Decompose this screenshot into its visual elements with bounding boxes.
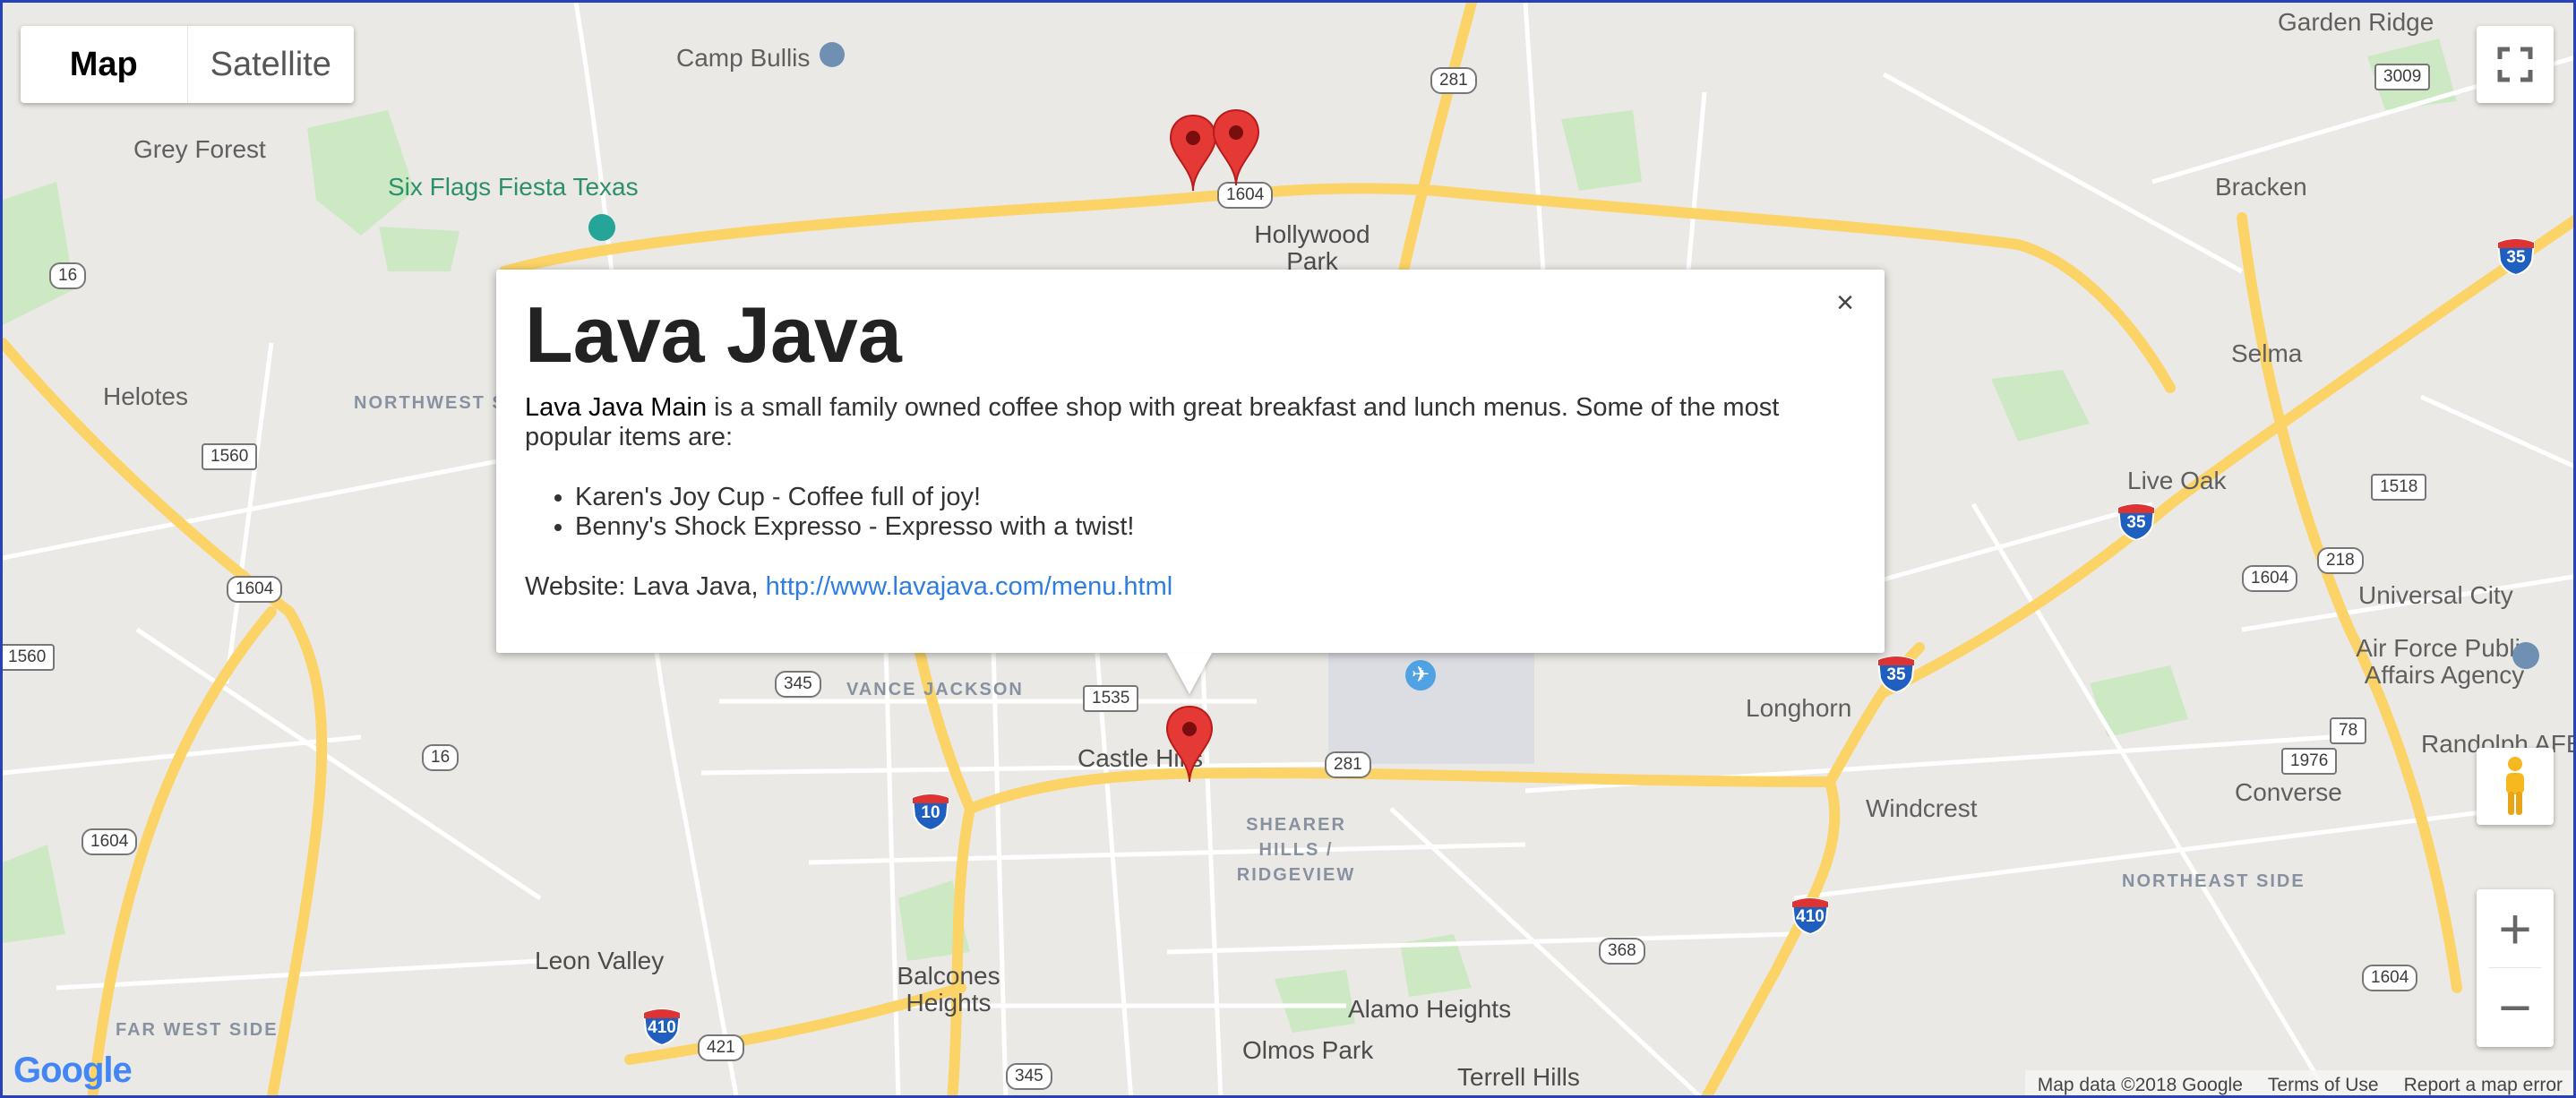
place-label: Olmos Park	[1242, 1036, 1374, 1064]
interstate-number: 10	[921, 803, 940, 822]
place-label: Bracken	[2215, 173, 2307, 201]
info-window: × Lava Java Lava Java Main is a small fa…	[496, 270, 1885, 653]
route-shield: 78	[2330, 717, 2367, 744]
district-label: SHEARER HILLS / RIDGEVIEW	[1236, 815, 1356, 885]
place-label: Grey Forest	[133, 135, 266, 163]
pegman-icon	[2506, 757, 2524, 815]
terms-link[interactable]: Terms of Use	[2268, 1075, 2379, 1095]
zoom-out-button[interactable]: −	[2477, 968, 2554, 1046]
district-label: NORTHWEST S	[354, 393, 506, 413]
route-shield: 1604	[2362, 965, 2418, 991]
interstate-number: 35	[2126, 513, 2146, 532]
place-label: Leon Valley	[535, 947, 665, 974]
place-label: Garden Ridge	[2278, 8, 2434, 36]
route-shield: 421	[698, 1034, 744, 1061]
route-shield: 1604	[227, 576, 283, 603]
place-label: Universal City	[2358, 581, 2513, 609]
map-type-map-button[interactable]: Map	[21, 26, 187, 103]
route-shield: 281	[1325, 751, 1371, 778]
route-shield: 281	[1430, 67, 1477, 94]
place-label: Alamo Heights	[1348, 995, 1512, 1023]
website-line: Website: Lava Java, http://www.lavajava.…	[525, 572, 1833, 602]
attraction-pin-icon[interactable]	[588, 214, 615, 241]
interstate-shield: 410	[1790, 896, 1830, 934]
interstate-shield: 10	[911, 793, 950, 830]
route-shield: 1976	[2281, 748, 2338, 775]
interstate-shield: 35	[2117, 502, 2156, 540]
business-name: Lava Java Main	[525, 393, 708, 422]
route-shield: 218	[2317, 547, 2364, 574]
close-icon[interactable]: ×	[1836, 286, 1854, 321]
interstate-number: 35	[2506, 248, 2526, 267]
map-type-control: Map Satellite	[21, 26, 354, 103]
place-label: Helotes	[103, 382, 188, 410]
street-view-pegman[interactable]	[2477, 748, 2554, 825]
poi-label[interactable]: Six Flags Fiesta Texas	[388, 173, 639, 202]
map-marker-icon[interactable]	[1165, 705, 1214, 784]
place-label: Longhorn	[1746, 694, 1852, 722]
interstate-number: 410	[1796, 907, 1825, 926]
airport-icon[interactable]: ✈	[1405, 660, 1436, 691]
place-label: Balcones Heights	[897, 962, 1000, 1017]
zoom-control: + −	[2477, 889, 2554, 1047]
list-item: Benny's Shock Expresso - Expresso with a…	[575, 512, 1833, 542]
logo-text: Google	[13, 1051, 133, 1090]
interstate-shield: 35	[1876, 655, 1916, 692]
place-label: Live Oak	[2127, 467, 2227, 494]
fullscreen-button[interactable]	[2477, 26, 2554, 103]
route-shield: 1518	[2371, 474, 2427, 501]
place-label: Camp Bullis	[676, 44, 811, 72]
route-shield: 1535	[1083, 685, 1139, 712]
route-shield: 1604	[82, 828, 138, 855]
interstate-number: 410	[648, 1018, 676, 1037]
gov-pin-icon[interactable]	[2512, 642, 2539, 669]
park-pin-icon[interactable]	[820, 42, 845, 67]
map-marker-icon[interactable]	[1169, 114, 1217, 193]
popular-items-list: Karen's Joy Cup - Coffee full of joy! Be…	[575, 483, 1833, 542]
route-shield: 16	[422, 744, 459, 771]
info-window-description: Lava Java Main is a small family owned c…	[525, 393, 1833, 452]
map-marker-icon[interactable]	[1212, 108, 1260, 187]
district-label: FAR WEST SIDE	[116, 1020, 279, 1040]
website-link[interactable]: http://www.lavajava.com/menu.html	[766, 572, 1173, 601]
route-shield: 1604	[2242, 565, 2298, 592]
attribution-bar: Map data ©2018 Google Terms of Use Repor…	[2024, 1070, 2573, 1095]
place-label: Hollywood Park	[1254, 220, 1370, 275]
interstate-shield: 410	[642, 1008, 682, 1045]
place-label: Converse	[2235, 778, 2342, 806]
map-data-text: Map data ©2018 Google	[2037, 1075, 2243, 1095]
district-label: NORTHEAST SIDE	[2122, 871, 2306, 891]
place-label: Windcrest	[1866, 794, 1978, 822]
google-logo[interactable]: Google	[13, 1051, 133, 1091]
route-shield: 16	[49, 262, 87, 289]
website-label: Website: Lava Java,	[525, 572, 766, 601]
info-window-title: Lava Java	[525, 290, 902, 379]
interstate-number: 35	[1886, 665, 1906, 684]
info-window-pointer	[1167, 653, 1212, 694]
map-type-satellite-button[interactable]: Satellite	[186, 26, 355, 103]
place-label: Terrell Hills	[1457, 1063, 1580, 1091]
route-shield: 1560	[202, 443, 258, 470]
description-text: is a small family owned coffee shop with…	[525, 393, 1780, 451]
fullscreen-icon	[2497, 47, 2533, 82]
route-shield: 345	[1006, 1063, 1052, 1090]
report-error-link[interactable]: Report a map error	[2404, 1075, 2563, 1095]
route-shield: 345	[775, 671, 821, 698]
map-canvas[interactable]: Garden Ridge Camp Bullis Grey Forest Six…	[0, 0, 2576, 1098]
district-label: VANCE JACKSON	[846, 680, 1024, 699]
route-shield: 3009	[2374, 64, 2431, 90]
interstate-shield: 35	[2496, 237, 2536, 275]
info-window-body: Lava Java Main is a small family owned c…	[525, 393, 1833, 602]
zoom-in-button[interactable]: +	[2477, 889, 2554, 967]
route-shield: 1560	[3, 644, 56, 671]
route-shield: 368	[1599, 938, 1645, 965]
place-label: Selma	[2231, 339, 2303, 367]
list-item: Karen's Joy Cup - Coffee full of joy!	[575, 483, 1833, 512]
